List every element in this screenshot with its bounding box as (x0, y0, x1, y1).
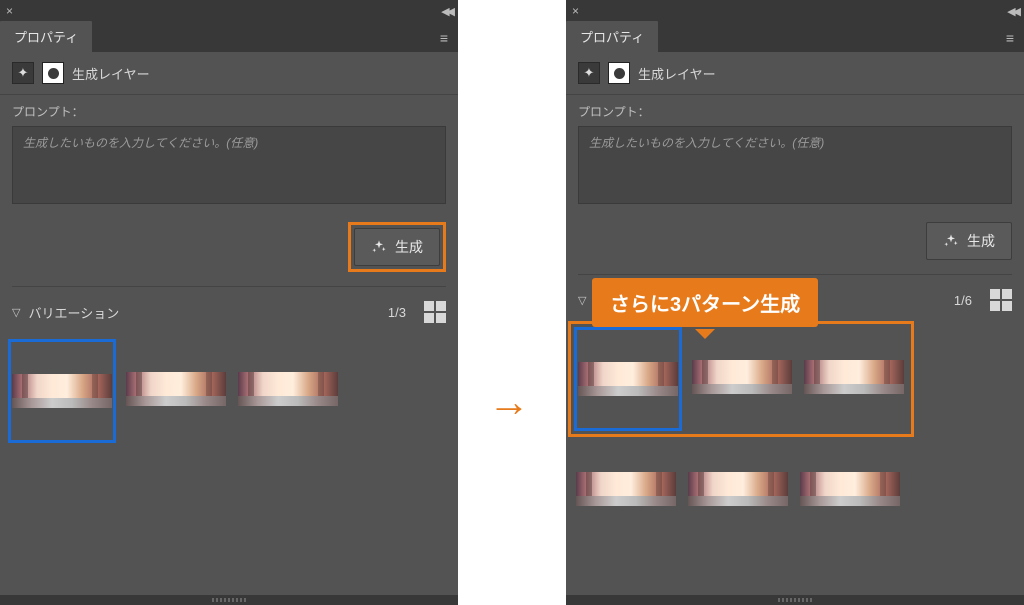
generate-row: 生成 (0, 214, 458, 286)
variation-thumb[interactable] (124, 339, 228, 439)
variation-thumb[interactable] (236, 339, 340, 439)
prompt-section: プロンプト： 生成したいものを入力してください。(任意) (566, 95, 1024, 214)
variation-thumb[interactable] (802, 327, 906, 427)
thumb-image (800, 472, 900, 506)
thumb-image (804, 360, 904, 394)
collapse-icon[interactable]: ◀◀ (441, 5, 452, 18)
layer-row: ✦ 生成レイヤー (0, 52, 458, 95)
variation-thumb[interactable] (686, 439, 790, 539)
variation-count: 1/3 (388, 305, 406, 320)
chevron-down-icon[interactable]: ▽ (12, 306, 20, 319)
sparkle-icon (371, 239, 387, 255)
variation-label: バリエーション (28, 303, 379, 322)
layer-type-label: 生成レイヤー (638, 64, 716, 83)
annotation-callout: さらに3パターン生成 (592, 278, 818, 327)
variation-thumb[interactable] (8, 339, 116, 443)
tab-properties[interactable]: プロパティ (566, 21, 658, 52)
thumb-image (12, 374, 112, 408)
generate-button[interactable]: 生成 (926, 222, 1012, 260)
properties-panel-left: × ◀◀ プロパティ ≡ ✦ 生成レイヤー プロンプト： 生成したいものを入力し… (0, 0, 458, 605)
layer-type-label: 生成レイヤー (72, 64, 150, 83)
variation-row: ▽ バリエーション 1/3 (0, 287, 458, 333)
prompt-section: プロンプト： 生成したいものを入力してください。(任意) (0, 95, 458, 214)
variation-thumb[interactable] (690, 327, 794, 427)
close-icon[interactable]: × (6, 4, 13, 18)
variation-thumb[interactable] (574, 327, 682, 431)
panel-menu-icon[interactable]: ≡ (996, 24, 1024, 52)
star-pin-icon[interactable]: ✦ (578, 62, 600, 84)
layer-row: ✦ 生成レイヤー (566, 52, 1024, 95)
tab-row: プロパティ ≡ (566, 22, 1024, 52)
panel-resize-grip[interactable] (566, 595, 1024, 605)
tab-row: プロパティ ≡ (0, 22, 458, 52)
panel-header: × ◀◀ (566, 0, 1024, 22)
panel-menu-icon[interactable]: ≡ (430, 24, 458, 52)
tab-properties[interactable]: プロパティ (0, 21, 92, 52)
panel-resize-grip[interactable] (0, 595, 458, 605)
thumb-image (126, 372, 226, 406)
prompt-input[interactable]: 生成したいものを入力してください。(任意) (12, 126, 446, 204)
thumb-image (238, 372, 338, 406)
prompt-input[interactable]: 生成したいものを入力してください。(任意) (578, 126, 1012, 204)
thumb-image (692, 360, 792, 394)
grid-view-icon[interactable] (424, 301, 446, 323)
generate-button[interactable]: 生成 (354, 228, 440, 266)
generate-row: 生成 (566, 214, 1024, 274)
arrow-icon: → (488, 378, 530, 426)
generate-button-label: 生成 (967, 231, 995, 251)
generate-highlight-box: 生成 (348, 222, 446, 272)
sparkle-icon (943, 233, 959, 249)
layer-mask-icon[interactable] (608, 62, 630, 84)
thumb-image (576, 472, 676, 506)
thumb-image (688, 472, 788, 506)
grid-view-icon[interactable] (990, 289, 1012, 311)
collapse-icon[interactable]: ◀◀ (1007, 5, 1018, 18)
thumb-image (578, 362, 678, 396)
thumbnails-container (566, 321, 1024, 539)
prompt-label: プロンプト： (12, 103, 446, 120)
layer-mask-icon[interactable] (42, 62, 64, 84)
variation-thumb[interactable] (798, 439, 902, 539)
generate-button-label: 生成 (395, 237, 423, 257)
chevron-down-icon[interactable]: ▽ (578, 294, 586, 307)
variation-thumb[interactable] (574, 439, 678, 539)
variation-count: 1/6 (954, 293, 972, 308)
thumbnails-container (0, 333, 458, 443)
close-icon[interactable]: × (572, 4, 579, 18)
panel-header: × ◀◀ (0, 0, 458, 22)
star-pin-icon[interactable]: ✦ (12, 62, 34, 84)
prompt-label: プロンプト： (578, 103, 1012, 120)
